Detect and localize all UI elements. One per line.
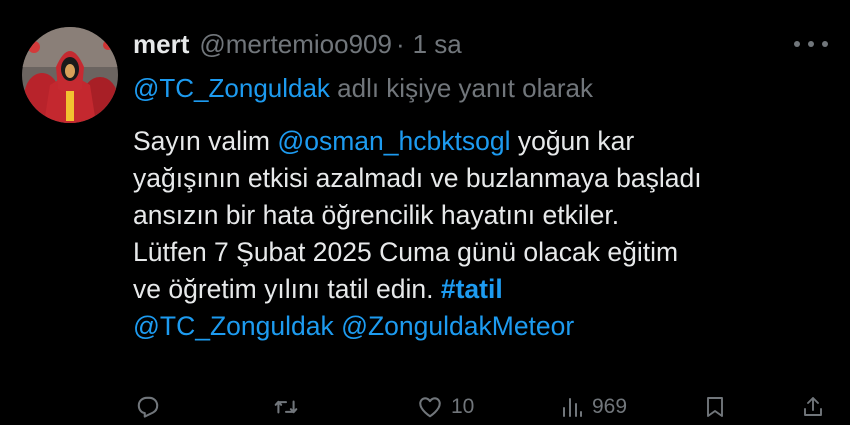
bookmark-button[interactable] <box>703 392 727 422</box>
mention-link[interactable]: @TC_Zonguldak <box>133 311 334 341</box>
more-options-icon[interactable] <box>794 34 828 54</box>
reply-suffix: adlı kişiye yanıt olarak <box>329 73 593 103</box>
more-dot <box>822 41 828 47</box>
mention-link[interactable]: @ZonguldakMeteor <box>341 311 574 341</box>
heart-icon <box>419 397 441 418</box>
bookmark-icon <box>707 397 723 417</box>
avatar-image <box>22 27 118 123</box>
separator-dot: · <box>395 28 405 59</box>
text-segment <box>334 311 341 341</box>
tweet-text: Sayın valim @osman_hcbktsogl yoğun kar y… <box>133 123 833 345</box>
like-count: 10 <box>451 395 475 418</box>
tweet-line: ansızın bir hata öğrencilik hayatını etk… <box>133 200 620 230</box>
reply-button[interactable] <box>135 392 161 422</box>
views-count: 969 <box>592 395 628 418</box>
mention-link[interactable]: @osman_hcbktsogl <box>277 126 510 156</box>
text-segment: ve öğretim yılını tatil edin. <box>133 274 441 304</box>
text-segment: Sayın valim <box>133 126 278 156</box>
timestamp[interactable]: 1 sa <box>413 29 462 60</box>
hashtag-link[interactable]: #tatil <box>441 274 503 304</box>
tweet-line: @TC_Zonguldak @ZonguldakMeteor <box>133 308 833 345</box>
tweet-header: mert @mertemioo909 · 1 sa <box>133 27 462 61</box>
tweet-line: yağışının etkisi azalmadı ve buzlanmaya … <box>133 163 702 193</box>
author-name[interactable]: mert <box>133 29 189 60</box>
action-bar: 10 969 <box>133 392 833 422</box>
reply-icon <box>137 396 159 418</box>
tweet-line: ve öğretim yılını tatil edin. #tatil <box>133 271 833 308</box>
like-button[interactable]: 10 <box>417 392 474 422</box>
author-handle[interactable]: @mertemioo909 <box>199 29 392 60</box>
share-button[interactable] <box>801 392 825 422</box>
share-icon <box>804 397 822 416</box>
reply-to-mention[interactable]: @TC_Zonguldak <box>133 73 330 103</box>
more-dot <box>808 41 814 47</box>
views-icon <box>563 398 582 417</box>
tweet-line: Lütfen 7 Şubat 2025 Cuma günü olacak eği… <box>133 237 679 267</box>
retweet-button[interactable] <box>273 392 299 422</box>
tweet-line: Sayın valim @osman_hcbktsogl yoğun kar <box>133 123 833 160</box>
tweet[interactable]: mert @mertemioo909 · 1 sa @TC_Zonguldak … <box>0 0 850 425</box>
views-button[interactable]: 969 <box>560 392 627 422</box>
avatar[interactable] <box>22 27 118 123</box>
text-segment: yoğun kar <box>510 126 635 156</box>
reply-context: @TC_Zonguldak adlı kişiye yanıt olarak <box>133 73 593 104</box>
retweet-icon <box>274 400 298 414</box>
more-dot <box>794 41 800 47</box>
